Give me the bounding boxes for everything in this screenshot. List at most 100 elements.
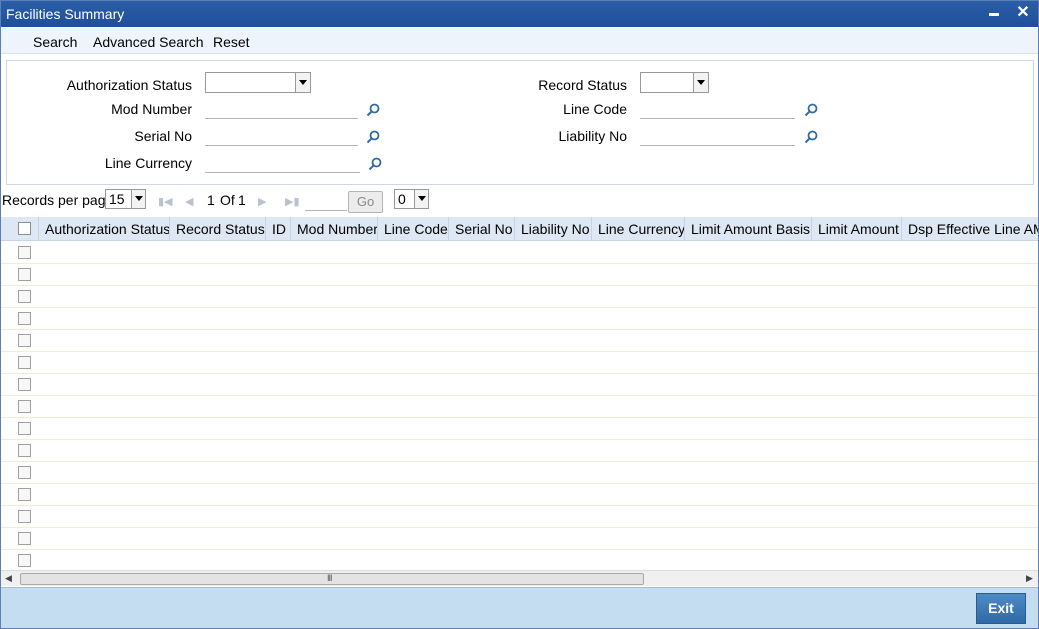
first-page-icon[interactable]: ▮◀ [158, 195, 173, 208]
window-title: Facilities Summary [6, 6, 125, 22]
records-per-page-label: Records per page [2, 192, 114, 208]
line-code-lookup-icon[interactable] [804, 103, 818, 117]
row-checkbox[interactable] [18, 554, 31, 567]
table-row[interactable] [1, 352, 1038, 374]
facilities-summary-window: Facilities Summary ✕ Search Advanced Sea… [0, 0, 1039, 629]
advanced-search-button[interactable]: Advanced Search [93, 34, 204, 50]
column-header[interactable]: Liability No [515, 217, 592, 241]
mod-number-label: Mod Number [111, 101, 192, 117]
records-per-page-select[interactable]: 15 [105, 189, 146, 209]
serial-no-label: Serial No [134, 128, 192, 144]
records-per-page-value: 15 [109, 191, 125, 207]
chevron-down-icon [693, 73, 708, 92]
table-row[interactable] [1, 242, 1038, 264]
serial-no-lookup-icon[interactable] [366, 130, 380, 144]
go-button[interactable]: Go [348, 191, 383, 213]
table-row[interactable] [1, 528, 1038, 550]
title-bar: Facilities Summary ✕ [1, 1, 1038, 27]
record-status-select[interactable] [640, 72, 709, 93]
table-row[interactable] [1, 264, 1038, 286]
table-row[interactable] [1, 374, 1038, 396]
chevron-down-icon [414, 190, 428, 208]
search-criteria-panel: Authorization Status Mod Number Serial N… [6, 60, 1034, 185]
reset-button[interactable]: Reset [213, 34, 250, 50]
exit-button[interactable]: Exit [976, 593, 1026, 624]
line-currency-label: Line Currency [104, 155, 192, 171]
liability-no-field[interactable] [640, 126, 795, 146]
row-checkbox[interactable] [18, 334, 31, 347]
mod-number-field[interactable] [205, 99, 358, 119]
last-page-icon[interactable]: ▶▮ [285, 195, 300, 208]
minimize-button[interactable] [985, 4, 1003, 22]
column-header[interactable]: Mod Number [291, 217, 378, 241]
search-button[interactable]: Search [33, 34, 77, 50]
row-checkbox[interactable] [18, 466, 31, 479]
horizontal-scrollbar[interactable]: ◀ III ▶ [1, 570, 1038, 586]
line-code-label: Line Code [563, 101, 627, 117]
row-checkbox[interactable] [18, 268, 31, 281]
table-row[interactable] [1, 484, 1038, 506]
table-row[interactable] [1, 330, 1038, 352]
column-header[interactable]: ID [266, 217, 291, 241]
row-checkbox[interactable] [18, 400, 31, 413]
row-checkbox[interactable] [18, 488, 31, 501]
current-page: 1 [207, 192, 215, 208]
row-checkbox[interactable] [18, 510, 31, 523]
row-checkbox[interactable] [18, 532, 31, 545]
total-pages: 1 [238, 192, 246, 208]
results-grid: Authorization Status Record Status ID Mo… [1, 217, 1038, 570]
liability-no-label: Liability No [558, 128, 627, 144]
column-header[interactable]: Limit Amount Basis [685, 217, 812, 241]
pagination-bar: Records per page 15 ▮◀ ◀ 1 Of 1 ▶ ▶▮ Go … [1, 187, 1038, 215]
scrollbar-thumb[interactable]: III [20, 573, 644, 585]
select-all-checkbox[interactable] [18, 222, 31, 235]
grip-icon: III [327, 573, 332, 583]
liability-no-lookup-icon[interactable] [804, 130, 818, 144]
prev-page-icon[interactable]: ◀ [185, 195, 193, 208]
line-currency-field[interactable] [205, 153, 360, 173]
authorization-status-select[interactable] [205, 72, 311, 93]
line-currency-lookup-icon[interactable] [368, 157, 382, 171]
grid-header: Authorization Status Record Status ID Mo… [1, 217, 1038, 241]
column-header[interactable]: Authorization Status [39, 217, 170, 241]
table-row[interactable] [1, 550, 1038, 570]
column-header[interactable]: Record Status [170, 217, 266, 241]
column-header[interactable]: Dsp Effective Line AMO [902, 217, 1038, 241]
table-row[interactable] [1, 440, 1038, 462]
column-header[interactable]: Line Code [378, 217, 449, 241]
row-checkbox[interactable] [18, 422, 31, 435]
row-checkbox[interactable] [18, 246, 31, 259]
row-checkbox[interactable] [18, 312, 31, 325]
scroll-right-icon[interactable]: ▶ [1026, 573, 1033, 584]
mod-number-lookup-icon[interactable] [366, 103, 380, 117]
row-checkbox[interactable] [18, 356, 31, 369]
authorization-status-label: Authorization Status [66, 77, 192, 93]
row-checkbox[interactable] [18, 378, 31, 391]
select-all-cell [1, 217, 39, 241]
column-header[interactable]: Limit Amount [812, 217, 902, 241]
goto-page-field[interactable] [305, 194, 347, 211]
line-code-field[interactable] [640, 99, 795, 119]
table-row[interactable] [1, 396, 1038, 418]
next-page-icon[interactable]: ▶ [258, 195, 266, 208]
toolbar: Search Advanced Search Reset [1, 28, 1038, 54]
close-icon: ✕ [1016, 4, 1030, 21]
table-row[interactable] [1, 506, 1038, 528]
minimize-icon [989, 13, 999, 16]
table-row[interactable] [1, 286, 1038, 308]
table-row[interactable] [1, 462, 1038, 484]
of-label: Of [220, 192, 235, 208]
chevron-down-icon [131, 190, 145, 208]
column-header[interactable]: Line Currency [592, 217, 685, 241]
scroll-left-icon[interactable]: ◀ [5, 573, 12, 584]
row-checkbox[interactable] [18, 290, 31, 303]
page-jump-select[interactable]: 0 [394, 189, 429, 209]
close-button[interactable]: ✕ [1014, 4, 1032, 22]
serial-no-field[interactable] [205, 126, 358, 146]
table-row[interactable] [1, 418, 1038, 440]
column-header[interactable]: Serial No [449, 217, 515, 241]
footer-bar: Exit [1, 587, 1038, 628]
row-checkbox[interactable] [18, 444, 31, 457]
page-jump-value: 0 [398, 191, 406, 207]
table-row[interactable] [1, 308, 1038, 330]
